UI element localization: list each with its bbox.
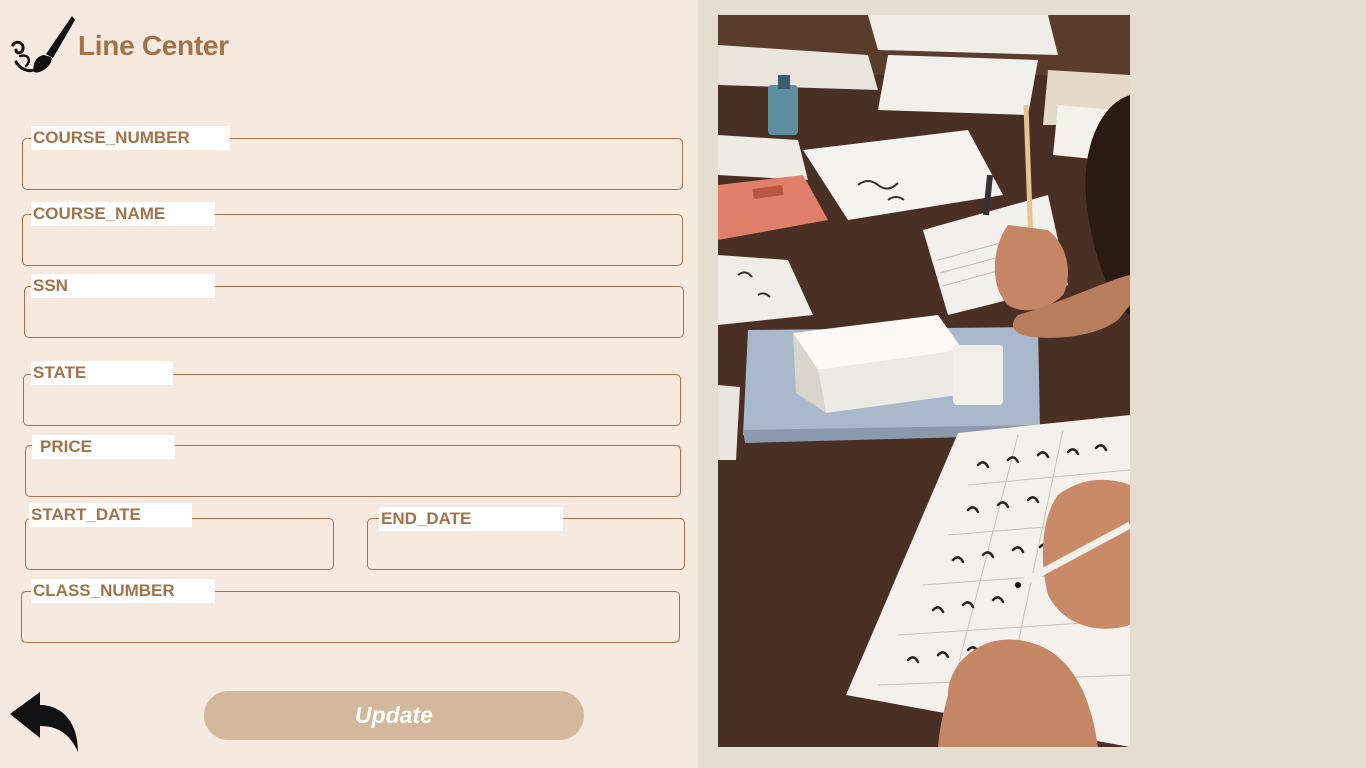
course-name-label: COURSE_NAME	[31, 202, 215, 226]
end-date-label: END_DATE	[379, 507, 563, 531]
back-button[interactable]	[8, 690, 82, 756]
course-number-label: COURSE_NUMBER	[31, 126, 230, 150]
logo: Line Center	[10, 14, 229, 78]
state-label: STATE	[31, 361, 173, 385]
paintbrush-icon	[11, 16, 75, 73]
update-button[interactable]: Update	[204, 691, 584, 740]
form-panel: Line Center COURSE_NUMBER COURSE_NAME SS…	[0, 0, 698, 768]
price-label: PRICE	[32, 435, 175, 459]
start-date-input[interactable]	[36, 537, 323, 563]
start-date-label: START_DATE	[29, 503, 192, 527]
class-number-label: CLASS_NUMBER	[31, 579, 215, 603]
class-number-input[interactable]	[32, 610, 669, 636]
end-date-input[interactable]	[378, 537, 674, 563]
course-number-input[interactable]	[33, 157, 672, 183]
ssn-label: SSN	[31, 274, 215, 298]
calligraphy-class-photo	[718, 15, 1130, 747]
back-arrow-icon	[10, 692, 78, 752]
ssn-input[interactable]	[35, 305, 673, 331]
course-name-input[interactable]	[33, 233, 672, 259]
price-input[interactable]	[36, 464, 670, 490]
state-input[interactable]	[34, 393, 670, 419]
brand-name: Line Center	[78, 30, 229, 61]
